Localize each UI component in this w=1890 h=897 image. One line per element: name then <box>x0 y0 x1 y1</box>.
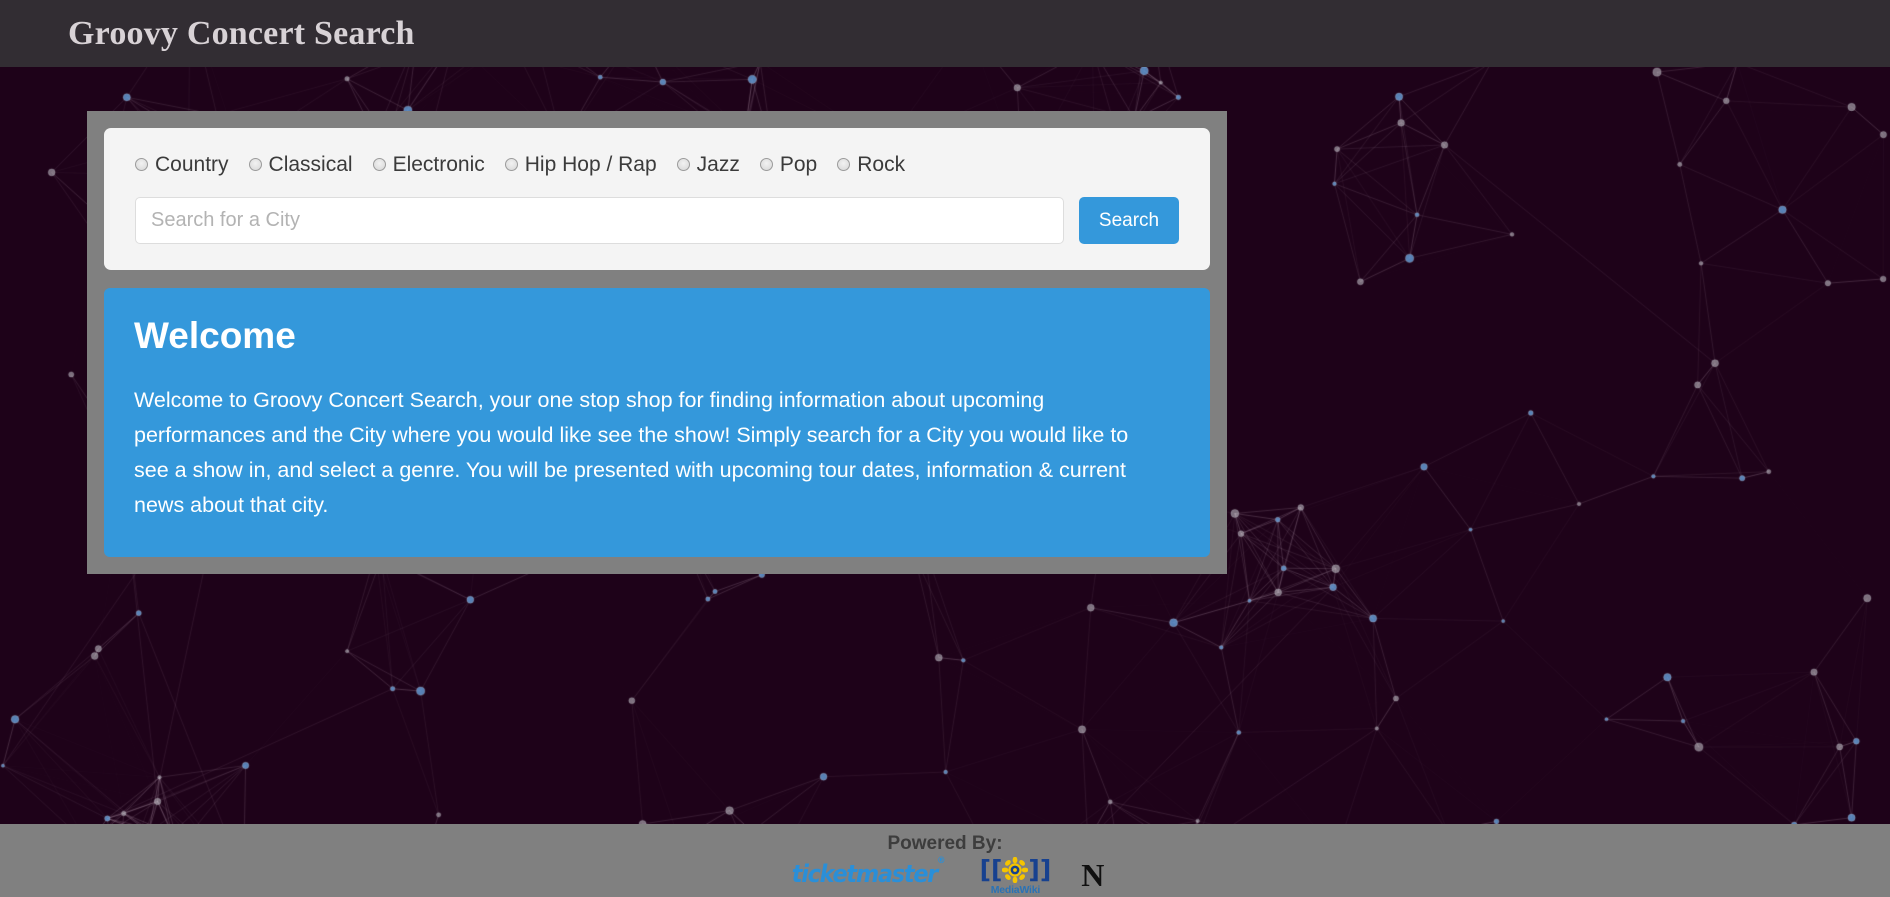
radio-unchecked-icon[interactable] <box>135 158 148 171</box>
radio-unchecked-icon[interactable] <box>676 158 690 171</box>
genre-label: Country <box>155 153 229 176</box>
city-search-input[interactable] <box>135 197 1064 244</box>
mediawiki-left-bracket: [[ <box>979 855 1003 885</box>
genre-label: Classical <box>268 153 353 176</box>
powered-by-label: Powered By: <box>887 833 1003 854</box>
welcome-panel: Welcome Welcome to Groovy Concert Search… <box>104 288 1210 557</box>
search-row: Search <box>135 197 1179 244</box>
site-header: Groovy Concert Search <box>0 0 1890 67</box>
genre-option-country[interactable]: Country <box>135 154 229 175</box>
main-container: Country Classical Electronic Hip Hop / R… <box>87 111 1227 574</box>
site-footer: Powered By: ticketmaster® [[]] MediaWik… <box>0 824 1890 897</box>
mediawiki-logo[interactable]: [[ ]] MediaWiki <box>979 855 1052 896</box>
ticketmaster-logo-text: ticketmaster <box>791 859 938 888</box>
genre-option-rock[interactable]: Rock <box>837 154 905 175</box>
genre-label: Rock <box>857 153 906 176</box>
ticketmaster-logo[interactable]: ticketmaster® <box>791 856 945 888</box>
search-button[interactable]: Search <box>1079 197 1179 244</box>
mediawiki-right-bracket: ]] <box>1028 855 1052 885</box>
mediawiki-mark: [[ ]] <box>979 855 1052 885</box>
radio-unchecked-icon[interactable] <box>248 158 262 171</box>
genre-label: Electronic <box>392 153 485 176</box>
page-title: Groovy Concert Search <box>68 14 415 52</box>
footer-logo-row: ticketmaster® [[]] MediaWiki N <box>0 855 1890 897</box>
welcome-body-text: Welcome to Groovy Concert Search, your o… <box>134 387 1129 517</box>
genre-label: Hip Hop / Rap <box>524 153 657 176</box>
genre-label: Jazz <box>696 153 740 176</box>
genre-option-electronic[interactable]: Electronic <box>372 153 485 176</box>
nytimes-logo[interactable]: N <box>1081 859 1104 891</box>
search-card: Country Classical Electronic Hip Hop / R… <box>104 128 1210 270</box>
radio-unchecked-icon[interactable] <box>504 158 518 171</box>
genre-radio-group: Country Classical Electronic Hip Hop / R… <box>135 154 1179 175</box>
genre-option-hip-hop-rap[interactable]: Hip Hop / Rap <box>504 153 657 176</box>
welcome-heading: Welcome <box>134 315 296 356</box>
genre-label: Pop <box>779 153 818 176</box>
sunflower-icon <box>1002 856 1029 883</box>
genre-option-pop[interactable]: Pop <box>759 153 818 176</box>
mediawiki-logo-text: MediaWiki <box>990 883 1041 896</box>
genre-option-classical[interactable]: Classical <box>248 153 353 176</box>
radio-unchecked-icon[interactable] <box>837 158 851 171</box>
radio-unchecked-icon[interactable] <box>372 158 386 171</box>
radio-unchecked-icon[interactable] <box>759 158 773 171</box>
registered-mark-icon: ® <box>936 855 945 866</box>
genre-option-jazz[interactable]: Jazz <box>676 153 740 176</box>
